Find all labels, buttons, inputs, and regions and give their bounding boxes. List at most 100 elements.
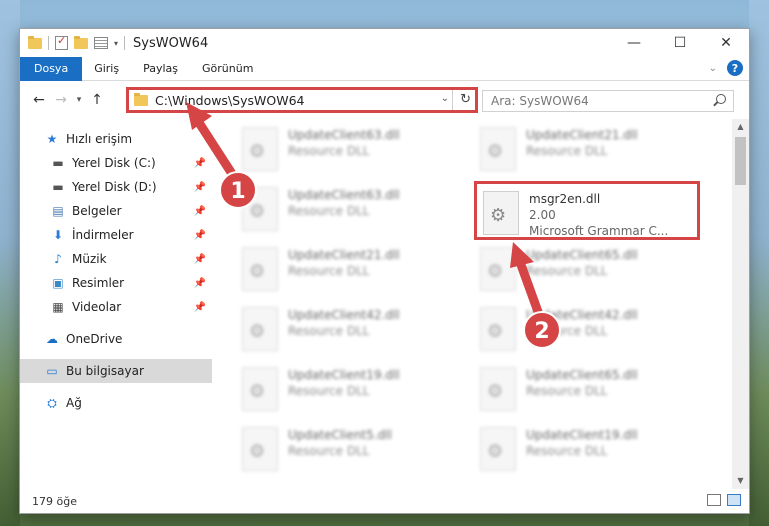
folder-icon	[134, 92, 148, 106]
file-item[interactable]: UpdateClient65.dll Resource DLL	[480, 245, 700, 299]
status-bar: 179 öğe	[20, 489, 749, 513]
pin-icon: 📌	[193, 205, 206, 217]
minimize-button[interactable]: —	[611, 29, 657, 57]
navigation-pane: ★ Hızlı erişim ▬ Yerel Disk (C:) 📌 ▬ Yer…	[20, 119, 212, 489]
computer-icon: ▭	[46, 364, 58, 378]
file-name: UpdateClient5.dll	[288, 428, 392, 442]
help-icon[interactable]: ?	[727, 60, 743, 76]
vertical-scrollbar[interactable]: ▲ ▼	[732, 119, 749, 489]
sidebar-item-label: Hızlı erişim	[66, 132, 133, 146]
forward-arrow-icon[interactable]: →	[50, 92, 72, 108]
file-item[interactable]: UpdateClient42.dll Resource DLL	[480, 305, 700, 359]
file-name: UpdateClient42.dll	[288, 308, 400, 322]
drive-icon: ▬	[52, 180, 64, 194]
sidebar-item-network[interactable]: ⛭ Ağ	[20, 391, 212, 415]
file-name: msgr2en.dll	[529, 192, 601, 206]
sidebar-item-local-disk-d[interactable]: ▬ Yerel Disk (D:) 📌	[20, 175, 212, 199]
file-type: Resource DLL	[526, 444, 608, 458]
sidebar-item-label: Ağ	[66, 396, 82, 410]
refresh-icon[interactable]: ↻	[460, 92, 471, 107]
back-arrow-icon[interactable]: ←	[28, 92, 50, 108]
tab-view[interactable]: Görünüm	[190, 57, 265, 81]
file-item-msgr2en[interactable]: msgr2en.dll 2.00 Microsoft Grammar C...	[474, 181, 700, 240]
file-type: Resource DLL	[288, 444, 370, 458]
file-type: Resource DLL	[288, 204, 370, 218]
file-item[interactable]: UpdateClient19.dll Resource DLL	[480, 425, 700, 479]
recent-locations-chevron-icon[interactable]: ▾	[72, 95, 86, 105]
sidebar-item-label: Yerel Disk (D:)	[72, 180, 157, 194]
file-item[interactable]: UpdateClient21.dll Resource DLL	[480, 125, 700, 179]
file-name: UpdateClient19.dll	[526, 428, 638, 442]
download-icon: ⬇	[52, 228, 64, 242]
up-arrow-icon[interactable]: ↑	[86, 92, 108, 108]
file-item[interactable]: UpdateClient65.dll Resource DLL	[480, 365, 700, 419]
music-icon: ♪	[54, 252, 62, 266]
sidebar-item-label: Müzik	[72, 252, 107, 266]
pin-icon: 📌	[193, 181, 206, 193]
sidebar-item-label: Belgeler	[72, 204, 122, 218]
scroll-down-icon[interactable]: ▼	[732, 473, 749, 489]
maximize-button[interactable]: ☐	[657, 29, 703, 57]
navigation-bar: ← → ▾ ↑ C:\Windows\SysWOW64 ⌄ ↻ Ara: Sys…	[20, 81, 749, 119]
pictures-icon: ▣	[52, 276, 64, 290]
dll-file-icon	[480, 307, 516, 351]
expand-ribbon-icon[interactable]: ⌄	[709, 63, 717, 74]
file-type: Resource DLL	[288, 264, 370, 278]
tab-home[interactable]: Giriş	[82, 57, 131, 81]
address-bar[interactable]: C:\Windows\SysWOW64 ⌄ ↻	[126, 87, 478, 113]
address-path[interactable]: C:\Windows\SysWOW64	[155, 93, 304, 108]
sidebar-item-quick-access[interactable]: ★ Hızlı erişim	[20, 127, 212, 151]
close-button[interactable]: ✕	[703, 29, 749, 57]
file-name: UpdateClient63.dll	[288, 128, 400, 142]
sidebar-item-videos[interactable]: ▦ Videolar 📌	[20, 295, 212, 319]
file-item[interactable]: UpdateClient42.dll Resource DLL	[242, 305, 462, 359]
sidebar-item-downloads[interactable]: ⬇ İndirmeler 📌	[20, 223, 212, 247]
file-name: UpdateClient21.dll	[288, 248, 400, 262]
window-controls: — ☐ ✕	[611, 29, 749, 57]
quick-access-toolbar: ▾	[20, 34, 126, 50]
search-icon[interactable]	[716, 94, 726, 104]
videos-icon: ▦	[52, 300, 64, 314]
sidebar-item-label: Bu bilgisayar	[66, 364, 144, 378]
file-version: 2.00	[529, 208, 556, 222]
file-item[interactable]: UpdateClient63.dll Resource DLL	[242, 185, 462, 239]
scroll-up-icon[interactable]: ▲	[732, 119, 749, 135]
file-item[interactable]: UpdateClient21.dll Resource DLL	[242, 245, 462, 299]
sidebar-item-pictures[interactable]: ▣ Resimler 📌	[20, 271, 212, 295]
details-view-icon[interactable]	[707, 494, 721, 506]
sidebar-item-this-pc[interactable]: ▭ Bu bilgisayar	[20, 359, 212, 383]
tab-share[interactable]: Paylaş	[131, 57, 190, 81]
file-name: UpdateClient21.dll	[526, 128, 638, 142]
new-folder-icon[interactable]	[74, 35, 88, 49]
file-type: Resource DLL	[526, 144, 608, 158]
address-dropdown-icon[interactable]: ⌄	[441, 93, 449, 104]
large-icons-view-icon[interactable]	[727, 494, 741, 506]
file-item[interactable]: UpdateClient63.dll Resource DLL	[242, 125, 462, 179]
search-input[interactable]: Ara: SysWOW64	[482, 90, 734, 112]
file-type: Resource DLL	[526, 324, 608, 338]
file-item[interactable]: UpdateClient5.dll Resource DLL	[242, 425, 462, 479]
toolbar-divider	[48, 36, 49, 50]
scrollbar-thumb[interactable]	[735, 137, 746, 185]
star-icon: ★	[46, 132, 58, 146]
properties-check-icon[interactable]	[55, 34, 68, 50]
toolbar-divider	[124, 36, 126, 50]
sidebar-item-documents[interactable]: ▤ Belgeler 📌	[20, 199, 212, 223]
dll-file-icon	[480, 247, 516, 291]
file-type: Resource DLL	[288, 384, 370, 398]
dll-file-icon	[480, 127, 516, 171]
sidebar-item-music[interactable]: ♪ Müzik 📌	[20, 247, 212, 271]
file-item[interactable]: UpdateClient19.dll Resource DLL	[242, 365, 462, 419]
chevron-down-icon[interactable]: ▾	[114, 39, 118, 48]
file-type: Resource DLL	[526, 384, 608, 398]
sidebar-item-local-disk-c[interactable]: ▬ Yerel Disk (C:) 📌	[20, 151, 212, 175]
dll-file-icon	[242, 247, 278, 291]
sidebar-item-onedrive[interactable]: ☁ OneDrive	[20, 327, 212, 351]
ribbon-tabs: Dosya Giriş Paylaş Görünüm ⌄ ?	[20, 56, 749, 81]
folder-icon	[28, 35, 42, 49]
tab-file[interactable]: Dosya	[20, 56, 83, 81]
dll-file-icon	[242, 187, 278, 231]
documents-icon: ▤	[52, 204, 64, 218]
customize-icon[interactable]	[94, 37, 108, 49]
network-icon: ⛭	[47, 395, 57, 410]
